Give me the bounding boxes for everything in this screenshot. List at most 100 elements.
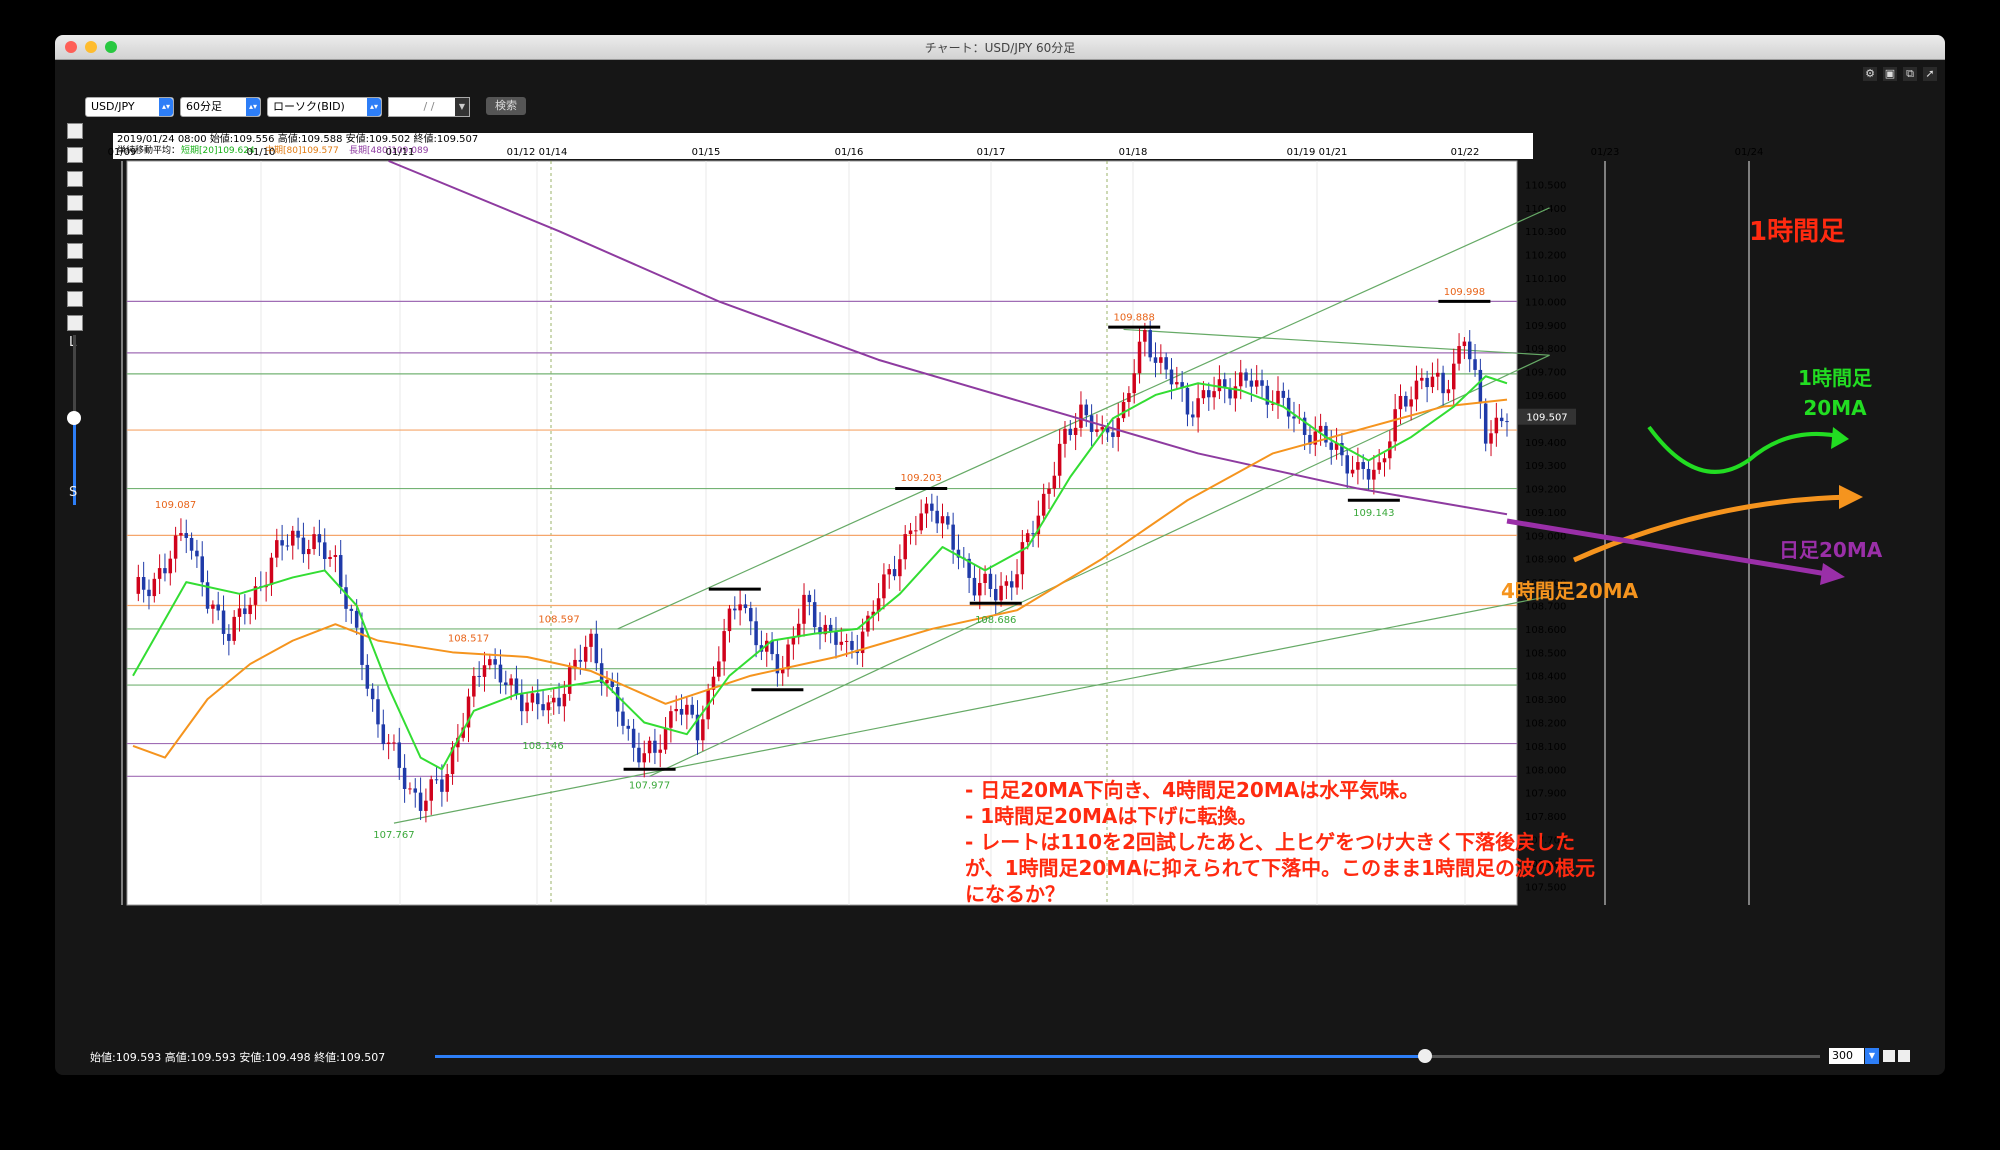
x-tick-label: 01/17 [977,147,1006,158]
analysis-note-line: になるか？ [965,882,1065,906]
line-tool-icon[interactable] [67,147,83,163]
extreme-marker-label: 109.143 [1353,508,1394,519]
zoom-slider-handle[interactable] [67,411,81,425]
candle-body [887,569,891,575]
candle-body [733,608,737,611]
candle-body [525,702,529,712]
candle-body [200,556,204,583]
candle-body [1318,425,1323,432]
candle-body [1505,421,1509,423]
candle-body [482,665,487,677]
print-tool-icon[interactable] [67,315,83,331]
candle-body [285,545,290,547]
text-tool-icon[interactable] [67,243,83,259]
cursor-tool-icon[interactable] [67,123,83,139]
candle-body [440,779,444,792]
candle-body [472,675,476,697]
chevron-down-icon[interactable]: ▼ [455,98,469,116]
candle-body [301,537,306,555]
extreme-marker-label: 108.597 [538,615,579,626]
candle-body [168,558,173,574]
settings-tool-icon[interactable] [67,291,83,307]
candle-body [567,667,572,694]
candle-body [626,725,631,729]
chart-area[interactable]: 2019/01/24 08:00 始値:109.556 高値:109.588 安… [89,125,1899,925]
candle-body [402,767,407,789]
scroll-slider-handle[interactable] [1418,1049,1432,1063]
candle-body [1478,369,1483,404]
candle-body [520,694,524,712]
candle-body [477,675,481,677]
candle-body [541,704,545,711]
y-tick-label: 109.300 [1525,461,1566,472]
candle-body [424,800,428,811]
chevron-down-icon[interactable]: ▼ [1865,1048,1879,1064]
symbol-select[interactable]: USD/JPY ▴▾ [85,97,174,117]
camera-icon[interactable]: ▣ [1883,67,1897,81]
chart-mode-icon[interactable] [1883,1050,1895,1062]
candle-body [498,664,503,683]
delete-tool-icon[interactable] [67,267,83,283]
timeframe-select-value: 60分足 [186,100,222,113]
candle-body [1382,458,1387,463]
extreme-marker-label: 109.998 [1444,287,1485,298]
status-bar: 始値:109.593 高値:109.593 安値:109.498 終値:109.… [55,1045,1945,1067]
candle-body [530,693,535,703]
search-button[interactable]: 検索 [486,97,526,115]
candle-body [701,719,705,741]
candle-body [844,640,849,642]
chart-svg: 2019/01/24 08:00 始値:109.556 高値:109.588 安… [108,132,1883,906]
candle-body [1238,372,1243,387]
candle-body [291,530,295,546]
chevron-updown-icon: ▴▾ [159,98,173,116]
popout-icon[interactable]: ⧉ [1903,67,1917,81]
candle-body [418,792,423,811]
gear-icon[interactable]: ⚙ [1863,67,1877,81]
date-input[interactable]: / / ▼ [388,97,470,117]
timeframe-annotation: 1時間足 [1749,217,1845,247]
candle-body [280,540,284,546]
candle-body [551,697,556,703]
bar-count-input[interactable]: 300 [1829,1048,1864,1064]
ohlc-info-text: 2019/01/24 08:00 始値:109.556 高値:109.588 安… [117,132,478,145]
current-price-label: 109.507 [1526,413,1567,424]
y-tick-label: 108.300 [1525,695,1566,706]
candle-body [1004,581,1009,586]
candle-body [1233,386,1238,399]
candle-body [322,542,327,559]
candle-body [1430,376,1435,388]
candle-body [1483,403,1488,444]
extreme-marker-label: 108.146 [522,741,563,752]
candle-body [1084,404,1089,416]
timeframe-select[interactable]: 60分足 ▴▾ [180,97,261,117]
pin-icon[interactable]: ➚ [1923,67,1937,81]
candle-body [999,585,1003,601]
candle-body [1207,390,1211,398]
y-tick-label: 109.200 [1525,485,1566,496]
candle-body [147,589,151,597]
analysis-note-line: - 日足20MA下向き、4時間足20MAは水平気味。 [965,778,1419,802]
candle-body [179,533,183,536]
channel-tool-icon[interactable] [67,195,83,211]
candle-body [434,779,439,781]
candle-body [717,661,721,677]
chart-type-select[interactable]: ローソク(BID) ▴▾ [267,97,382,117]
y-tick-label: 107.500 [1525,882,1566,893]
candle-body [1398,395,1403,410]
candle-body [1025,533,1030,543]
chart-settings-icon[interactable] [1898,1050,1910,1062]
candle-body [1217,379,1222,392]
extreme-marker-label: 109.888 [1114,313,1155,324]
horizontal-line-tool-icon[interactable] [67,219,83,235]
candle-body [195,550,199,557]
candle-body [1467,341,1472,360]
candle-body [1420,377,1424,381]
candle-body [1286,397,1291,417]
candle-body [1446,389,1451,394]
candle-body [1057,443,1062,476]
candle-body [642,753,647,763]
chevron-updown-icon: ▴▾ [367,98,381,116]
candle-body [1372,469,1376,480]
candle-body [1244,372,1248,381]
fibonacci-tool-icon[interactable] [67,171,83,187]
